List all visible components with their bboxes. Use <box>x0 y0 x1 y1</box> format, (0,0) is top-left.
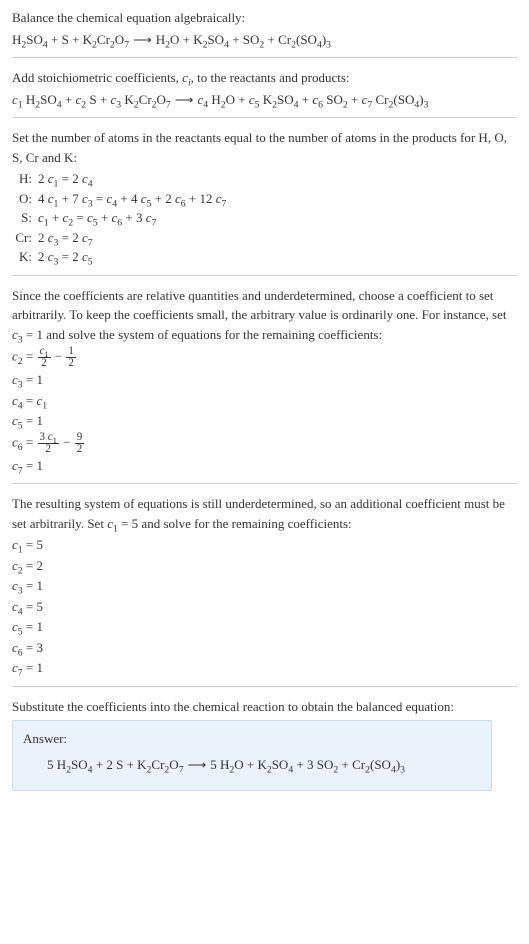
atom-row-cr: Cr: 2 c3 = 2 c7 <box>12 228 517 248</box>
atom-row-k: K: 2 c3 = 2 c5 <box>12 247 517 267</box>
balanced-equation: 5 H2SO4 + 2 S + K2Cr2O7⟶5 H2O + K2SO4 + … <box>23 755 481 775</box>
coeff-c7: c7 = 1 <box>12 658 517 678</box>
coeff-c3: c3 = 1 <box>12 576 517 596</box>
coeff-c5: c5 = 1 <box>12 617 517 637</box>
stoich-section: Add stoichiometric coefficients, ci, to … <box>12 68 517 109</box>
divider <box>12 117 517 118</box>
underdet2-section: The resulting system of equations is sti… <box>12 494 517 678</box>
coeff-c2: c2 = 2 <box>12 556 517 576</box>
coeff-c6: c6 = 3 c12 − 92 <box>12 432 517 455</box>
divider <box>12 686 517 687</box>
atom-label: K: <box>12 247 38 267</box>
intro-section: Balance the chemical equation algebraica… <box>12 8 517 49</box>
coeff-c4: c4 = 5 <box>12 597 517 617</box>
final-text: Substitute the coefficients into the che… <box>12 697 517 717</box>
underdet1-section: Since the coefficients are relative quan… <box>12 286 517 476</box>
coeff-c4: c4 = c1 <box>12 391 517 411</box>
atom-label: O: <box>12 189 38 209</box>
atom-row-h: H: 2 c1 = 2 c4 <box>12 169 517 189</box>
atom-eq: 2 c1 = 2 c4 <box>38 169 93 189</box>
atom-eq: 4 c1 + 7 c3 = c4 + 4 c5 + 2 c6 + 12 c7 <box>38 189 226 209</box>
divider <box>12 57 517 58</box>
atom-label: S: <box>12 208 38 228</box>
coeff-c5: c5 = 1 <box>12 411 517 431</box>
atoms-section: Set the number of atoms in the reactants… <box>12 128 517 267</box>
answer-box: Answer: 5 H2SO4 + 2 S + K2Cr2O7⟶5 H2O + … <box>12 720 492 791</box>
answer-label: Answer: <box>23 729 481 749</box>
stoich-equation: c1 H2SO4 + c2 S + c3 K2Cr2O7⟶c4 H2O + c5… <box>12 90 517 110</box>
coeff-c1: c1 = 5 <box>12 535 517 555</box>
coeff-c6: c6 = 3 <box>12 638 517 658</box>
atom-label: H: <box>12 169 38 189</box>
atom-row-o: O: 4 c1 + 7 c3 = c4 + 4 c5 + 2 c6 + 12 c… <box>12 189 517 209</box>
atom-table: H: 2 c1 = 2 c4 O: 4 c1 + 7 c3 = c4 + 4 c… <box>12 169 517 267</box>
divider <box>12 483 517 484</box>
atom-eq: 2 c3 = 2 c5 <box>38 247 93 267</box>
atom-row-s: S: c1 + c2 = c5 + c6 + 3 c7 <box>12 208 517 228</box>
coeff-list-2: c1 = 5 c2 = 2 c3 = 1 c4 = 5 c5 = 1 c6 = … <box>12 535 517 678</box>
final-section: Substitute the coefficients into the che… <box>12 697 517 792</box>
atoms-text: Set the number of atoms in the reactants… <box>12 128 517 167</box>
atom-label: Cr: <box>12 228 38 248</box>
divider <box>12 275 517 276</box>
coeff-c3: c3 = 1 <box>12 370 517 390</box>
atom-eq: 2 c3 = 2 c7 <box>38 228 93 248</box>
coeff-c7: c7 = 1 <box>12 456 517 476</box>
stoich-text: Add stoichiometric coefficients, ci, to … <box>12 68 517 88</box>
underdet2-text: The resulting system of equations is sti… <box>12 494 517 533</box>
unbalanced-equation: H2SO4 + S + K2Cr2O7⟶H2O + K2SO4 + SO2 + … <box>12 30 517 50</box>
atom-eq: c1 + c2 = c5 + c6 + 3 c7 <box>38 208 156 228</box>
coeff-list-1: c2 = c12 − 12 c3 = 1 c4 = c1 c5 = 1 c6 =… <box>12 346 517 475</box>
coeff-c2: c2 = c12 − 12 <box>12 346 517 369</box>
underdet1-text: Since the coefficients are relative quan… <box>12 286 517 345</box>
intro-text: Balance the chemical equation algebraica… <box>12 8 517 28</box>
